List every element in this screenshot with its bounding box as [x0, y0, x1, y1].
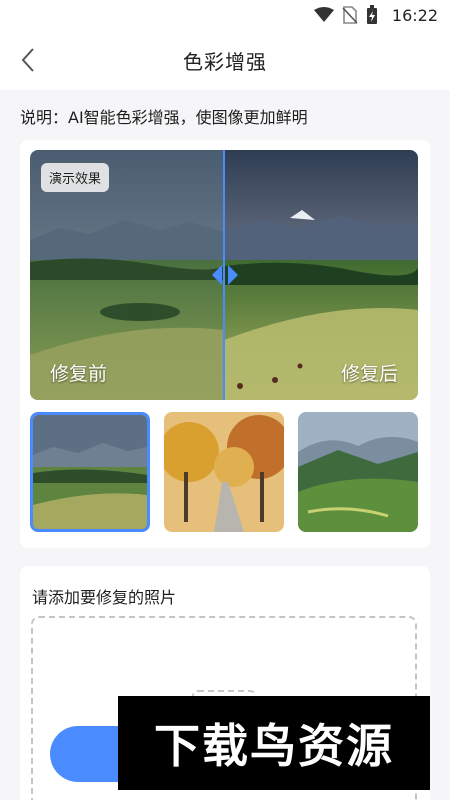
page-title: 色彩增强 — [183, 49, 267, 74]
thumbnail-grassland[interactable] — [30, 412, 150, 532]
battery-charging-icon — [366, 5, 378, 25]
drag-arrows-icon — [212, 265, 238, 285]
before-label: 修复前 — [50, 363, 108, 385]
feature-description: 说明：AI智能色彩增强，使图像更加鲜明 — [20, 108, 308, 127]
no-sim-icon — [342, 6, 358, 24]
status-time: 16:22 — [391, 5, 438, 25]
demo-badge: 演示效果 — [41, 163, 110, 192]
thumbnail-mountain-valley[interactable] — [298, 412, 418, 532]
app-screen: 16:22 色彩增强 说明：AI智能色彩增强，使图像更加鲜明 演示效果 修复前 … — [0, 0, 450, 800]
before-after-compare[interactable]: 演示效果 修复前 修复后 — [30, 150, 418, 400]
watermark: 下载鸟资源 — [118, 696, 430, 790]
demo-card: 演示效果 修复前 修复后 — [20, 140, 430, 548]
chevron-left-icon — [21, 48, 34, 72]
after-label: 修复后 — [340, 363, 398, 385]
wifi-icon — [313, 7, 334, 23]
status-bar: 16:22 — [0, 0, 450, 30]
upload-title: 请添加要修复的照片 — [32, 588, 177, 607]
compare-slider-handle[interactable] — [210, 262, 240, 288]
thumbnail-autumn-road[interactable] — [164, 412, 284, 532]
back-button[interactable] — [14, 46, 42, 74]
sample-thumbnails — [30, 412, 418, 536]
title-bar: 色彩增强 — [0, 30, 450, 90]
